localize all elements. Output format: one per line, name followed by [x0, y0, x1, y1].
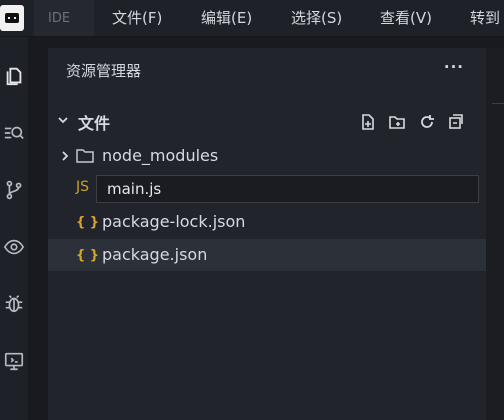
chevron-right-icon: [62, 151, 69, 161]
menu-goto[interactable]: 转到: [470, 0, 500, 36]
editor-area[interactable]: [486, 48, 504, 420]
tree-item-package[interactable]: { } package.json: [48, 239, 486, 271]
json-file-icon: { }: [76, 247, 100, 263]
rename-input[interactable]: [96, 175, 479, 203]
search-icon[interactable]: [2, 121, 26, 145]
menu-file[interactable]: 文件(F): [112, 0, 162, 36]
sidebar-title: 资源管理器: [66, 62, 142, 80]
section-title: 文件: [78, 114, 111, 133]
app-logo-icon[interactable]: [0, 5, 24, 31]
tree-item-package-lock[interactable]: { } package-lock.json: [48, 206, 486, 238]
debug-icon[interactable]: [2, 292, 26, 316]
explorer-sidebar: 资源管理器 ··· 文件 node_modules JS { } package…: [48, 48, 486, 420]
menu-selection[interactable]: 选择(S): [291, 0, 342, 36]
tree-item-label: package.json: [102, 245, 208, 264]
remote-icon[interactable]: [2, 349, 26, 373]
activity-bar: [0, 37, 28, 420]
tree-item-rename[interactable]: JS: [48, 172, 486, 204]
new-folder-icon[interactable]: [387, 112, 407, 132]
refresh-icon[interactable]: [417, 112, 437, 132]
tree-item-label: node_modules: [102, 146, 219, 165]
more-actions-button[interactable]: ···: [444, 58, 464, 76]
preview-icon[interactable]: [2, 235, 26, 259]
tree-item-node-modules[interactable]: node_modules: [48, 140, 486, 172]
collapse-all-icon[interactable]: [446, 112, 466, 132]
menu-view[interactable]: 查看(V): [380, 0, 432, 36]
section-files-header[interactable]: 文件: [48, 108, 486, 134]
menu-bar: IDE 文件(F) 编辑(E) 选择(S) 查看(V) 转到: [0, 0, 504, 37]
explorer-icon[interactable]: [2, 64, 26, 88]
editor-divider: [492, 103, 504, 104]
tree-item-label: package-lock.json: [102, 212, 246, 231]
source-control-icon[interactable]: [2, 178, 26, 202]
new-file-icon[interactable]: [358, 112, 378, 132]
js-file-icon: JS: [76, 179, 90, 195]
menu-edit[interactable]: 编辑(E): [201, 0, 252, 36]
json-file-icon: { }: [76, 214, 100, 230]
folder-icon: [76, 149, 94, 163]
chevron-down-icon: [58, 117, 68, 124]
tab-ide[interactable]: IDE: [34, 0, 94, 36]
